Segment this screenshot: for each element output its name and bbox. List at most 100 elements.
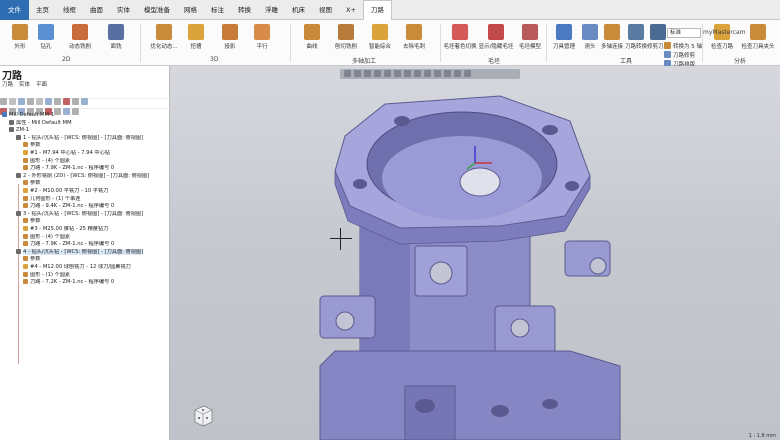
tab-5[interactable]: 模型准备	[137, 0, 177, 20]
tree-row-label: 2 - 外形铣削 (2D) - [WCS: 俯视图] - [刀具面: 俯视图]	[23, 172, 150, 179]
tree-row-label: ZM-1	[16, 127, 30, 134]
tree-row[interactable]: Mill Default MM-1	[0, 112, 168, 120]
viewport-toolbar[interactable]	[340, 69, 520, 79]
tab-7[interactable]: 标注	[204, 0, 231, 20]
panel-tab-2[interactable]: 平面	[36, 80, 47, 89]
curve-icon	[304, 24, 320, 40]
unified-icon	[372, 24, 388, 40]
stock-shading-icon	[452, 24, 468, 40]
tree-node-icon	[23, 226, 28, 231]
stock-shading-button[interactable]: 毛坯着色切换	[442, 23, 478, 53]
config-select[interactable]: 标准	[667, 28, 701, 38]
tree-node-icon	[23, 142, 28, 148]
tab-6[interactable]: 网格	[177, 0, 204, 20]
parallel-button[interactable]: 平行	[244, 23, 280, 53]
optirough-button[interactable]: 优化动态...	[146, 23, 182, 53]
swarf-button[interactable]: 刨切铣削	[328, 23, 364, 53]
tree-row[interactable]: 参数	[0, 142, 168, 150]
tree-row-label: #4 - M12.00 球刨铣刀 - 12 球刀/圆鼻铣刀	[30, 264, 131, 270]
tree-row[interactable]: 4 - 钻头/沉头钻 - [WCS: 俯视图] - [刀具面: 俯视图]	[0, 248, 168, 257]
check-holder-icon	[750, 24, 766, 40]
tree-row[interactable]: #1 - M7.94 中心钻 - 7.94 中心钻	[0, 150, 168, 158]
tree-node-icon	[16, 172, 21, 178]
tab-3[interactable]: 曲面	[83, 0, 110, 20]
contour-icon	[12, 24, 28, 40]
tree-row[interactable]: 参数	[0, 180, 168, 188]
tab-2[interactable]: 线框	[56, 0, 83, 20]
tab-0[interactable]: 文件	[0, 0, 29, 20]
tree-row-label: 参数	[30, 180, 41, 187]
tab-13[interactable]: 刀路	[362, 0, 392, 21]
tree-row-label: 图形 - (4) 个圆素	[30, 157, 71, 164]
deburr-button[interactable]: 去除毛刺	[396, 23, 432, 53]
tree-row-label: 刀路 - 7.9K - ZM-1.nc - 程序编号 0	[30, 165, 115, 172]
mastercam-window: 文件 主页 线框 曲面 实体 模型准备 网格 标注 转换 浮雕 机床 视图 X+ 刀路 外形 钻孔 动态铣…	[0, 0, 780, 440]
tab-1[interactable]: 主页	[29, 0, 56, 20]
pocket-button[interactable]: 挖槽	[178, 23, 214, 53]
tree-row[interactable]: 参数	[0, 218, 168, 226]
drill-button[interactable]: 钻孔	[28, 23, 64, 53]
tree-row[interactable]: 图形 - (1) 个圆素	[0, 271, 168, 280]
parallel-icon	[254, 24, 270, 40]
tree-row[interactable]: 图形 - (4) 个圆素	[0, 233, 168, 242]
trim-toolpath-icon	[650, 24, 666, 40]
tree-row[interactable]: #4 - M12.00 球刨铣刀 - 12 球刀/圆鼻铣刀	[0, 264, 168, 272]
show-hide-stock-button[interactable]: 显示/隐藏毛坯	[478, 23, 514, 53]
group-label-analysis: 分析	[734, 58, 747, 65]
tree-row-label: 图形 - (4) 个圆素	[30, 233, 71, 240]
tab-4[interactable]: 实体	[110, 0, 137, 20]
tree-row[interactable]: ZM-1	[0, 127, 168, 135]
panel-toolbar-row-2	[0, 100, 170, 115]
scale-readout: 1 : 1.8 mm	[748, 433, 776, 439]
tree-row[interactable]: 属性 - Mill Default MM	[0, 119, 168, 128]
optirough-icon	[156, 24, 172, 40]
tree-row[interactable]: 2 - 外形铣削 (2D) - [WCS: 俯视图] - [刀具面: 俯视图]	[0, 172, 168, 181]
tree-row[interactable]: 刀路 - 7.9K - ZM-1.nc - 程序编号 0	[0, 165, 168, 173]
tool-manager-icon	[556, 24, 572, 40]
stock-model-icon	[522, 24, 538, 40]
tree-row[interactable]: 3 - 钻头/沉头钻 - [WCS: 俯视图] - [刀具面: 俯视图]	[0, 210, 168, 219]
tab-12[interactable]: X+	[339, 0, 363, 20]
curve-button[interactable]: 曲线	[294, 23, 330, 53]
group-label-stock: 毛坯	[488, 58, 501, 65]
tab-9[interactable]: 浮雕	[258, 0, 285, 20]
group-label-2d: 2D	[62, 56, 71, 63]
tree-row-label: #1 - M7.94 中心钻 - 7.94 中心钻	[30, 150, 110, 156]
face-mill-icon	[108, 24, 124, 40]
pocket-icon	[188, 24, 204, 40]
tab-8[interactable]: 转换	[231, 0, 258, 20]
view-cube[interactable]	[192, 404, 214, 428]
convert-5axis-icon	[664, 42, 671, 49]
panel-tab-0[interactable]: 刀路	[2, 80, 13, 89]
face-button[interactable]: 面铣	[98, 23, 134, 53]
dynamic-mill-button[interactable]: 动态铣削	[62, 23, 98, 53]
tree-row-label: #2 - M10.00 平铣刀 - 10 平铣刀	[30, 188, 109, 194]
stock-model-button[interactable]: 毛坯模型	[512, 23, 548, 53]
project-button[interactable]: 投影	[212, 23, 248, 53]
tree-row[interactable]: #2 - M10.00 平铣刀 - 10 平铣刀	[0, 188, 168, 196]
panel-toolbar-row-1	[0, 90, 170, 105]
panel-tab-1[interactable]: 实体	[19, 80, 30, 89]
tree-row[interactable]: 参数	[0, 256, 168, 264]
tree-row-label: 4 - 钻头/沉头钻 - [WCS: 俯视图] - [刀具面: 俯视图]	[23, 248, 144, 255]
tree-row-label: 3 - 钻头/沉头钻 - [WCS: 俯视图] - [刀具面: 俯视图]	[23, 210, 144, 217]
unified-button[interactable]: 智能综合	[362, 23, 398, 53]
group-label-tools: 工具	[620, 58, 633, 65]
tab-11[interactable]: 视图	[312, 0, 339, 20]
tree-row[interactable]: #3 - M25.00 锥钻 - 25 精度钻刀	[0, 226, 168, 234]
tree-row-label: #3 - M25.00 锥钻 - 25 精度钻刀	[30, 226, 109, 232]
tab-10[interactable]: 机床	[285, 0, 312, 20]
tree-row[interactable]: 刀路 - 9.4K - ZM-1.nc - 程序编号 0	[0, 203, 168, 211]
tree-node-icon	[23, 188, 28, 193]
tree-row[interactable]: 几何图形 - (1) 个串连	[0, 195, 168, 204]
tree-row[interactable]: 1 - 钻头/沉头钻 - [WCS: 俯视图] - [刀具面: 俯视图]	[0, 134, 168, 143]
tree-row[interactable]: 刀路 - 7.9K - ZM-1.nc - 程序编号 0	[0, 241, 168, 249]
tree-node-icon	[23, 157, 28, 163]
tree-row-label: 刀路 - 7.9K - ZM-1.nc - 程序编号 0	[30, 241, 115, 248]
tree-row[interactable]: 图形 - (4) 个圆素	[0, 157, 168, 166]
part-model	[319, 95, 621, 440]
tree-row-label: 属性 - Mill Default MM	[16, 119, 72, 126]
tree-node-icon	[23, 150, 28, 155]
tree-row[interactable]: 刀路 - 7.2K - ZM-1.nc - 程序编号 0	[0, 279, 168, 287]
graphics-viewport[interactable]: 1 : 1.8 mm	[170, 66, 780, 440]
